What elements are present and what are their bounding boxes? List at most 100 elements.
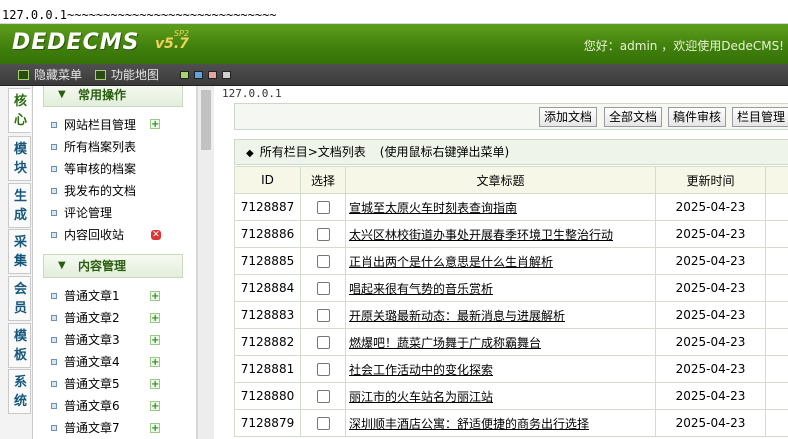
- col-select-header[interactable]: 选择: [300, 166, 346, 194]
- add-article-icon[interactable]: +: [150, 335, 160, 346]
- row-checkbox[interactable]: [316, 336, 330, 349]
- tab-generate[interactable]: 生成: [8, 183, 31, 228]
- menu-item-article-1[interactable]: 普通文章1: [51, 287, 120, 305]
- skin-swatch-red[interactable]: [208, 71, 217, 79]
- col-id-header[interactable]: ID: [234, 166, 301, 194]
- bullet-icon: [51, 337, 57, 343]
- menu-item-category-manage[interactable]: 网站栏目管理: [51, 116, 136, 134]
- row-checkbox[interactable]: [316, 228, 330, 241]
- row-title-link[interactable]: 太兴区林校街道办事处开展春季环境卫生整治行动: [349, 228, 613, 242]
- row-title-cell: 深圳顺丰酒店公寓：舒适便捷的商务出行选择: [345, 409, 656, 437]
- tab-module[interactable]: 模块: [8, 136, 31, 181]
- tab-core[interactable]: 核心: [8, 88, 31, 133]
- row-checkbox[interactable]: [316, 255, 330, 268]
- col-title-header[interactable]: 文章标题: [345, 166, 656, 194]
- add-article-icon[interactable]: +: [150, 357, 160, 368]
- menu-group-content[interactable]: ▼ 内容管理: [43, 254, 183, 278]
- table-header-row: ID 选择 文章标题 更新时间: [234, 166, 788, 194]
- menu-item-label: 评论管理: [64, 206, 113, 220]
- menu-item-article-4[interactable]: 普通文章4: [51, 353, 120, 371]
- collapse-arrow-icon: ▼: [58, 260, 66, 271]
- function-map-button[interactable]: 功能地图: [95, 67, 159, 83]
- bullet-icon: [51, 315, 57, 321]
- menu-item-all-archives[interactable]: 所有档案列表: [51, 138, 136, 156]
- row-extra-cell: [765, 328, 788, 356]
- row-title-cell: 太兴区林校街道办事处开展春季环境卫生整治行动: [345, 220, 656, 248]
- row-title-link[interactable]: 燃爆吧！蔬菜广场舞于广成称霸舞台: [349, 336, 541, 350]
- toolbar: 隐藏菜单 功能地图: [0, 64, 788, 86]
- row-extra-cell: [765, 220, 788, 248]
- menu-item-article-6[interactable]: 普通文章6: [51, 397, 120, 415]
- list-title: 所有栏目>文档列表: [259, 145, 366, 159]
- add-article-icon[interactable]: +: [150, 313, 160, 324]
- row-checkbox[interactable]: [316, 417, 330, 430]
- menu-item-article-7[interactable]: 普通文章7: [51, 419, 120, 437]
- action-button-bar: 添加文档 全部文档 稿件审核 栏目管理: [234, 103, 788, 130]
- all-documents-button[interactable]: 全部文档: [604, 107, 663, 127]
- main-content: 127.0.0.1 添加文档 全部文档 稿件审核 栏目管理 ◆ 所有栏目>文档列表…: [214, 86, 788, 439]
- menu-item-comments[interactable]: 评论管理: [51, 204, 112, 222]
- row-date: 2025-04-23: [655, 355, 766, 383]
- menu-item-article-3[interactable]: 普通文章3: [51, 331, 120, 349]
- row-title-link[interactable]: 唱起来很有气势的音乐赏析: [349, 282, 493, 296]
- row-select-cell: [300, 355, 346, 383]
- row-extra-cell: [765, 382, 788, 410]
- review-submissions-button[interactable]: 稿件审核: [668, 107, 727, 127]
- col-date-header[interactable]: 更新时间: [655, 166, 766, 194]
- bullet-icon: [51, 232, 57, 238]
- row-title-cell: 社会工作活动中的变化探索: [345, 355, 656, 383]
- table-row: 7128886 太兴区林校街道办事处开展春季环境卫生整治行动 2025-04-23: [234, 220, 788, 248]
- menu-item-pending-archives[interactable]: 等审核的档案: [51, 160, 136, 178]
- menu-item-my-documents[interactable]: 我发布的文档: [51, 182, 136, 200]
- row-id: 7128887: [234, 193, 301, 221]
- bullet-icon: [51, 122, 57, 128]
- row-date: 2025-04-23: [655, 220, 766, 248]
- category-manage-button[interactable]: 栏目管理: [732, 107, 788, 127]
- menu-item-recycle-bin[interactable]: 内容回收站: [51, 226, 124, 244]
- row-extra-cell: [765, 193, 788, 221]
- add-article-icon[interactable]: +: [150, 423, 160, 434]
- add-document-button[interactable]: 添加文档: [539, 107, 598, 127]
- menu-scrollbar[interactable]: [197, 86, 214, 439]
- scrollbar-thumb[interactable]: [201, 90, 211, 150]
- row-title-cell: 宣城至太原火车时刻表查询指南: [345, 193, 656, 221]
- menu-group-common[interactable]: ▼ 常用操作: [43, 86, 183, 107]
- row-checkbox[interactable]: [316, 390, 330, 403]
- row-title-link[interactable]: 正肖出两个是什么意思是什么生肖解析: [349, 255, 553, 269]
- menu-item-article-5[interactable]: 普通文章5: [51, 375, 120, 393]
- tab-member[interactable]: 会员: [8, 276, 31, 321]
- row-id: 7128881: [234, 355, 301, 383]
- row-title-link[interactable]: 深圳顺丰酒店公寓：舒适便捷的商务出行选择: [349, 417, 589, 431]
- skin-swatch-gray[interactable]: [222, 71, 231, 79]
- row-title-link[interactable]: 社会工作活动中的变化探索: [349, 363, 493, 377]
- row-checkbox[interactable]: [316, 282, 330, 295]
- add-article-icon[interactable]: +: [150, 291, 160, 302]
- row-title-link[interactable]: 开原关璐最新动态：最新消息与进展解析: [349, 309, 565, 323]
- row-date: 2025-04-23: [655, 247, 766, 275]
- row-date: 2025-04-23: [655, 193, 766, 221]
- tab-template[interactable]: 模板: [8, 323, 31, 368]
- skin-swatch-blue[interactable]: [194, 71, 203, 79]
- menu-item-label: 普通文章6: [64, 399, 120, 413]
- header: DEDECMS v5.7 SP2 您好：admin ，欢迎使用DedeCMS!: [0, 24, 788, 64]
- add-article-icon[interactable]: +: [150, 401, 160, 412]
- tab-collect[interactable]: 采集: [8, 229, 31, 274]
- hide-menu-button[interactable]: 隐藏菜单: [18, 67, 82, 83]
- row-select-cell: [300, 220, 346, 248]
- menu-item-article-2[interactable]: 普通文章2: [51, 309, 120, 327]
- table-row: 7128884 唱起来很有气势的音乐赏析 2025-04-23: [234, 274, 788, 302]
- row-checkbox[interactable]: [316, 309, 330, 322]
- row-select-cell: [300, 382, 346, 410]
- skin-swatch-green[interactable]: [180, 71, 189, 79]
- add-category-icon[interactable]: +: [150, 119, 160, 130]
- address-strip: 127.0.0.1~~~~~~~~~~~~~~~~~~~~~~~~~~~~~: [0, 0, 788, 24]
- row-checkbox[interactable]: [316, 201, 330, 214]
- tab-system[interactable]: 系统: [8, 369, 31, 414]
- row-title-link[interactable]: 丽江市的火车站名为丽江站: [349, 390, 493, 404]
- table-row: 7128883 开原关璐最新动态：最新消息与进展解析 2025-04-23: [234, 301, 788, 329]
- clear-recycle-icon[interactable]: ✕: [151, 230, 161, 240]
- row-title-link[interactable]: 宣城至太原火车时刻表查询指南: [349, 201, 517, 215]
- row-checkbox[interactable]: [316, 363, 330, 376]
- row-date: 2025-04-23: [655, 274, 766, 302]
- add-article-icon[interactable]: +: [150, 379, 160, 390]
